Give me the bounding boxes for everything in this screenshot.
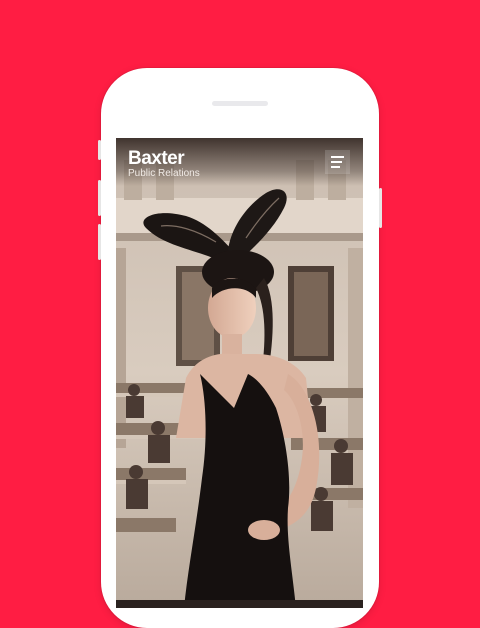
phone-mockup: Baxter Public Relations xyxy=(98,68,382,628)
power-button xyxy=(379,188,382,228)
brand-tagline: Public Relations xyxy=(128,168,200,179)
hero-image xyxy=(116,138,363,608)
mute-switch xyxy=(98,140,101,160)
volume-down-button xyxy=(98,224,101,260)
brand-logo[interactable]: Baxter xyxy=(128,149,185,169)
menu-button[interactable] xyxy=(325,150,350,174)
volume-up-button xyxy=(98,180,101,216)
earpiece-speaker xyxy=(212,101,268,106)
content-strip xyxy=(116,600,363,608)
phone-screen: Baxter Public Relations xyxy=(116,138,363,608)
